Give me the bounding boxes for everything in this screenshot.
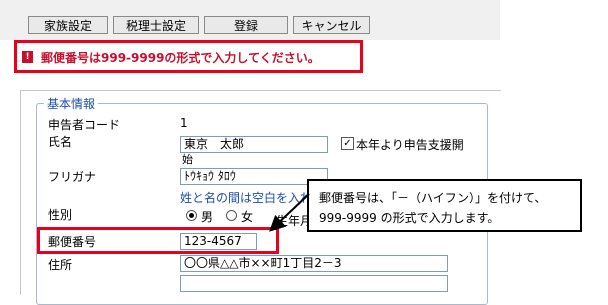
callout-arrow: [269, 193, 310, 232]
